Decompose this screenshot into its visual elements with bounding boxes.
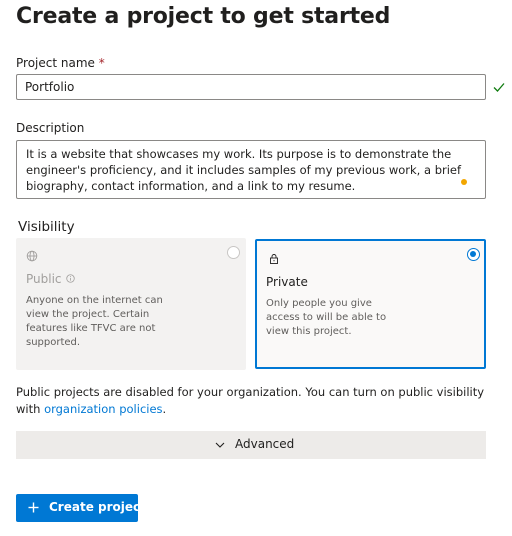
chevron-down-icon xyxy=(215,442,225,448)
public-title: Public xyxy=(26,272,75,286)
advanced-label: Advanced xyxy=(235,437,295,451)
advanced-toggle[interactable]: Advanced xyxy=(16,431,486,459)
page-title: Create a project to get started xyxy=(16,4,391,29)
description-text: It is a website that showcases my work. … xyxy=(26,147,462,193)
private-title: Private xyxy=(266,275,308,289)
visibility-option-public[interactable]: Public Anyone on the internet can view t… xyxy=(16,238,246,370)
info-icon xyxy=(65,274,75,283)
visibility-option-private[interactable]: Private Only people you give access to w… xyxy=(255,239,486,369)
description-textarea[interactable]: It is a website that showcases my work. … xyxy=(16,140,486,199)
project-name-label-text: Project name xyxy=(16,56,95,70)
create-project-button[interactable]: Create project xyxy=(16,494,146,522)
plus-icon xyxy=(28,502,39,513)
public-description: Anyone on the internet can view the proj… xyxy=(26,295,163,348)
private-description: Only people you give access to will be a… xyxy=(266,298,387,337)
spellcheck-indicator xyxy=(461,179,467,185)
public-radio[interactable] xyxy=(227,246,240,259)
visibility-notice: Public projects are disabled for your or… xyxy=(16,384,496,418)
create-project-label: Create project xyxy=(49,500,146,514)
lock-icon xyxy=(270,254,278,264)
project-name-label: Project name * xyxy=(16,56,105,70)
private-radio[interactable] xyxy=(467,248,480,261)
public-title-text: Public xyxy=(26,272,62,286)
description-label: Description xyxy=(16,121,85,135)
notice-suffix: . xyxy=(162,402,167,416)
check-icon xyxy=(493,83,505,92)
globe-icon xyxy=(26,250,38,262)
required-marker: * xyxy=(98,56,105,70)
visibility-label: Visibility xyxy=(18,219,75,235)
project-name-input[interactable]: Portfolio xyxy=(16,74,486,100)
organization-policies-link[interactable]: organization policies xyxy=(44,402,162,416)
